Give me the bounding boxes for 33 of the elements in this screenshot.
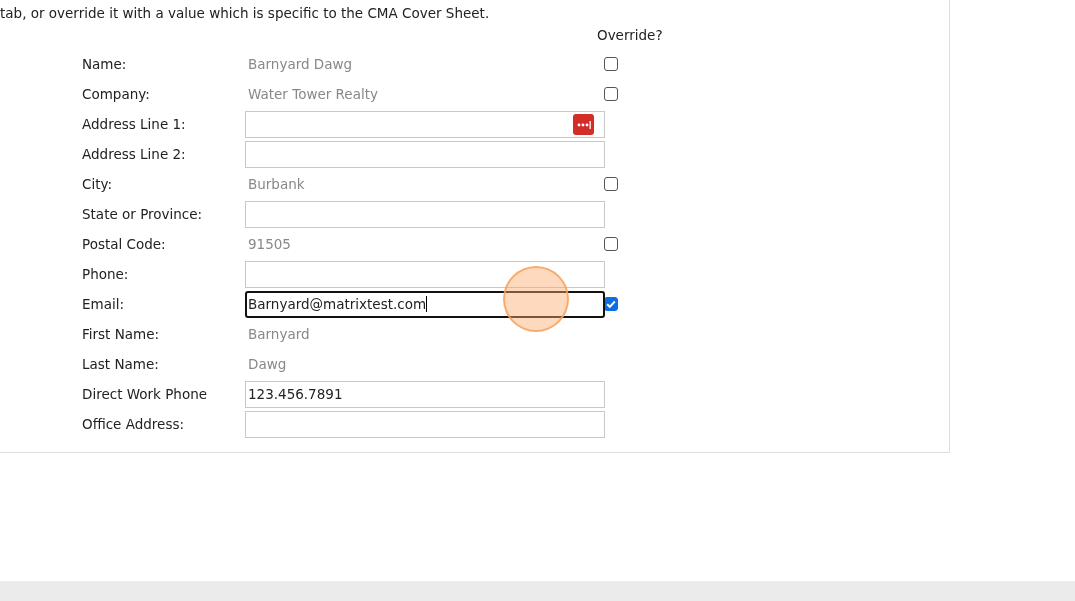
field-label: Postal Code: [82, 235, 167, 254]
text-input[interactable] [245, 260, 605, 288]
field-value: Dawg [247, 355, 288, 374]
field-label: Direct Work Phone [82, 385, 208, 404]
field-value: Barnyard [247, 325, 311, 344]
field-label: Address Line 2: [82, 145, 187, 164]
text-input[interactable] [245, 110, 605, 138]
override-checkbox[interactable] [604, 177, 618, 191]
field-value: Barnyard Dawg [247, 55, 354, 74]
text-input[interactable] [245, 140, 605, 168]
text-input[interactable]: Barnyard@matrixtest.com [245, 290, 605, 318]
text-input[interactable] [245, 410, 605, 438]
field-value: Burbank [247, 175, 306, 194]
text-input[interactable] [245, 200, 605, 228]
intro-text: tab, or override it with a value which is specific to the CMA Cover Sheet. [0, 4, 491, 22]
field-label: Name: [82, 55, 128, 74]
field-label: Phone: [82, 265, 130, 284]
field-label: Last Name: [82, 355, 160, 374]
override-header: Override? [597, 27, 664, 45]
override-checkbox[interactable] [604, 57, 618, 71]
override-checkbox[interactable] [604, 87, 618, 101]
field-label: State or Province: [82, 205, 204, 224]
field-value: Water Tower Realty [247, 85, 379, 104]
field-label: Email: [82, 295, 125, 314]
field-label: First Name: [82, 325, 161, 344]
field-label: Company: [82, 85, 151, 104]
field-label: Office Address: [82, 415, 185, 434]
override-checkbox[interactable] [604, 237, 618, 251]
password-manager-icon[interactable] [573, 113, 594, 135]
field-label: City: [82, 175, 114, 194]
field-label: Address Line 1: [82, 115, 187, 134]
text-input[interactable]: 123.456.7891 [245, 380, 605, 408]
field-value: 91505 [247, 235, 292, 254]
